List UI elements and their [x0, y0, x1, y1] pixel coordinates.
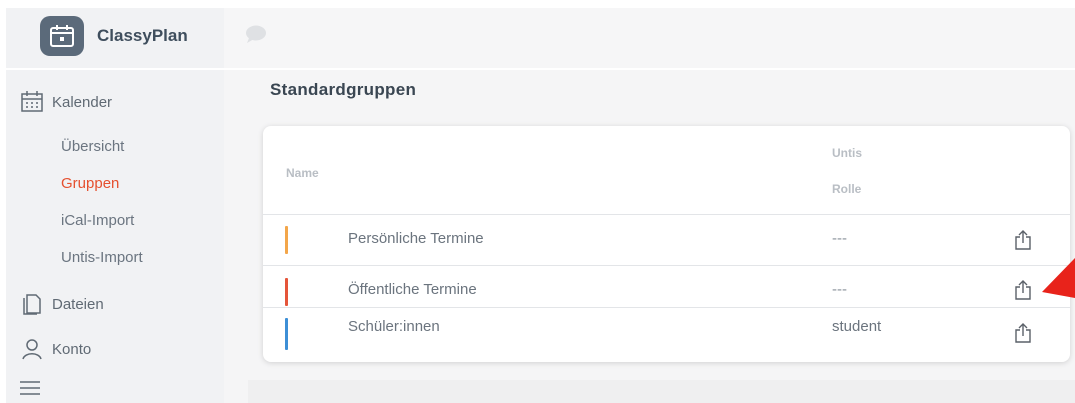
hamburger-menu-icon[interactable]	[20, 380, 40, 401]
table-divider	[263, 214, 1070, 215]
annotation-arrow-icon	[1042, 258, 1075, 303]
header-bar	[224, 8, 1075, 68]
table-divider	[263, 265, 1070, 266]
main-footer-strip	[248, 380, 1075, 403]
group-role: student	[832, 318, 882, 335]
group-color-indicator	[285, 226, 288, 254]
column-header-untis[interactable]: Untis	[832, 146, 862, 160]
sidebar-subitem-groups[interactable]: Gruppen	[61, 175, 119, 192]
sidebar-item-files[interactable]: Dateien	[20, 292, 104, 316]
speech-bubble-icon[interactable]	[244, 24, 268, 49]
section-title: Standardgruppen	[270, 80, 417, 99]
group-color-indicator	[285, 278, 288, 306]
group-color-indicator	[285, 318, 288, 350]
file-icon	[20, 292, 44, 316]
sidebar-item-account[interactable]: Konto	[20, 337, 91, 361]
table-divider	[263, 307, 1070, 308]
column-header-name[interactable]: Name	[286, 166, 319, 180]
sidebar-item-calendar[interactable]: Kalender	[20, 90, 112, 114]
group-role: ---	[832, 230, 847, 247]
app-logo[interactable]	[40, 16, 84, 56]
brand-name: ClassyPlan	[97, 26, 188, 45]
sidebar-item-label: Dateien	[52, 295, 104, 313]
share-icon[interactable]	[1014, 229, 1032, 251]
group-name: Persönliche Termine	[348, 230, 484, 247]
group-name: Öffentliche Termine	[348, 281, 477, 298]
person-icon	[20, 337, 44, 361]
app-window: ClassyPlan Kalender Übersicht Gruppen iC…	[0, 0, 1075, 403]
sidebar-subitem-ical-import[interactable]: iCal-Import	[61, 212, 134, 229]
calendar-grid-icon	[20, 90, 44, 114]
sidebar-subitem-overview[interactable]: Übersicht	[61, 138, 124, 155]
group-name: Schüler:innen	[348, 318, 440, 335]
sidebar-item-label: Kalender	[52, 93, 113, 111]
share-icon[interactable]	[1014, 279, 1032, 301]
column-header-role[interactable]: Rolle	[832, 182, 861, 196]
group-role: ---	[832, 281, 847, 298]
sidebar-subitem-untis-import[interactable]: Untis-Import	[61, 249, 143, 266]
sidebar-item-label: Konto	[52, 340, 92, 358]
share-icon[interactable]	[1014, 322, 1032, 344]
calendar-icon	[50, 25, 74, 47]
